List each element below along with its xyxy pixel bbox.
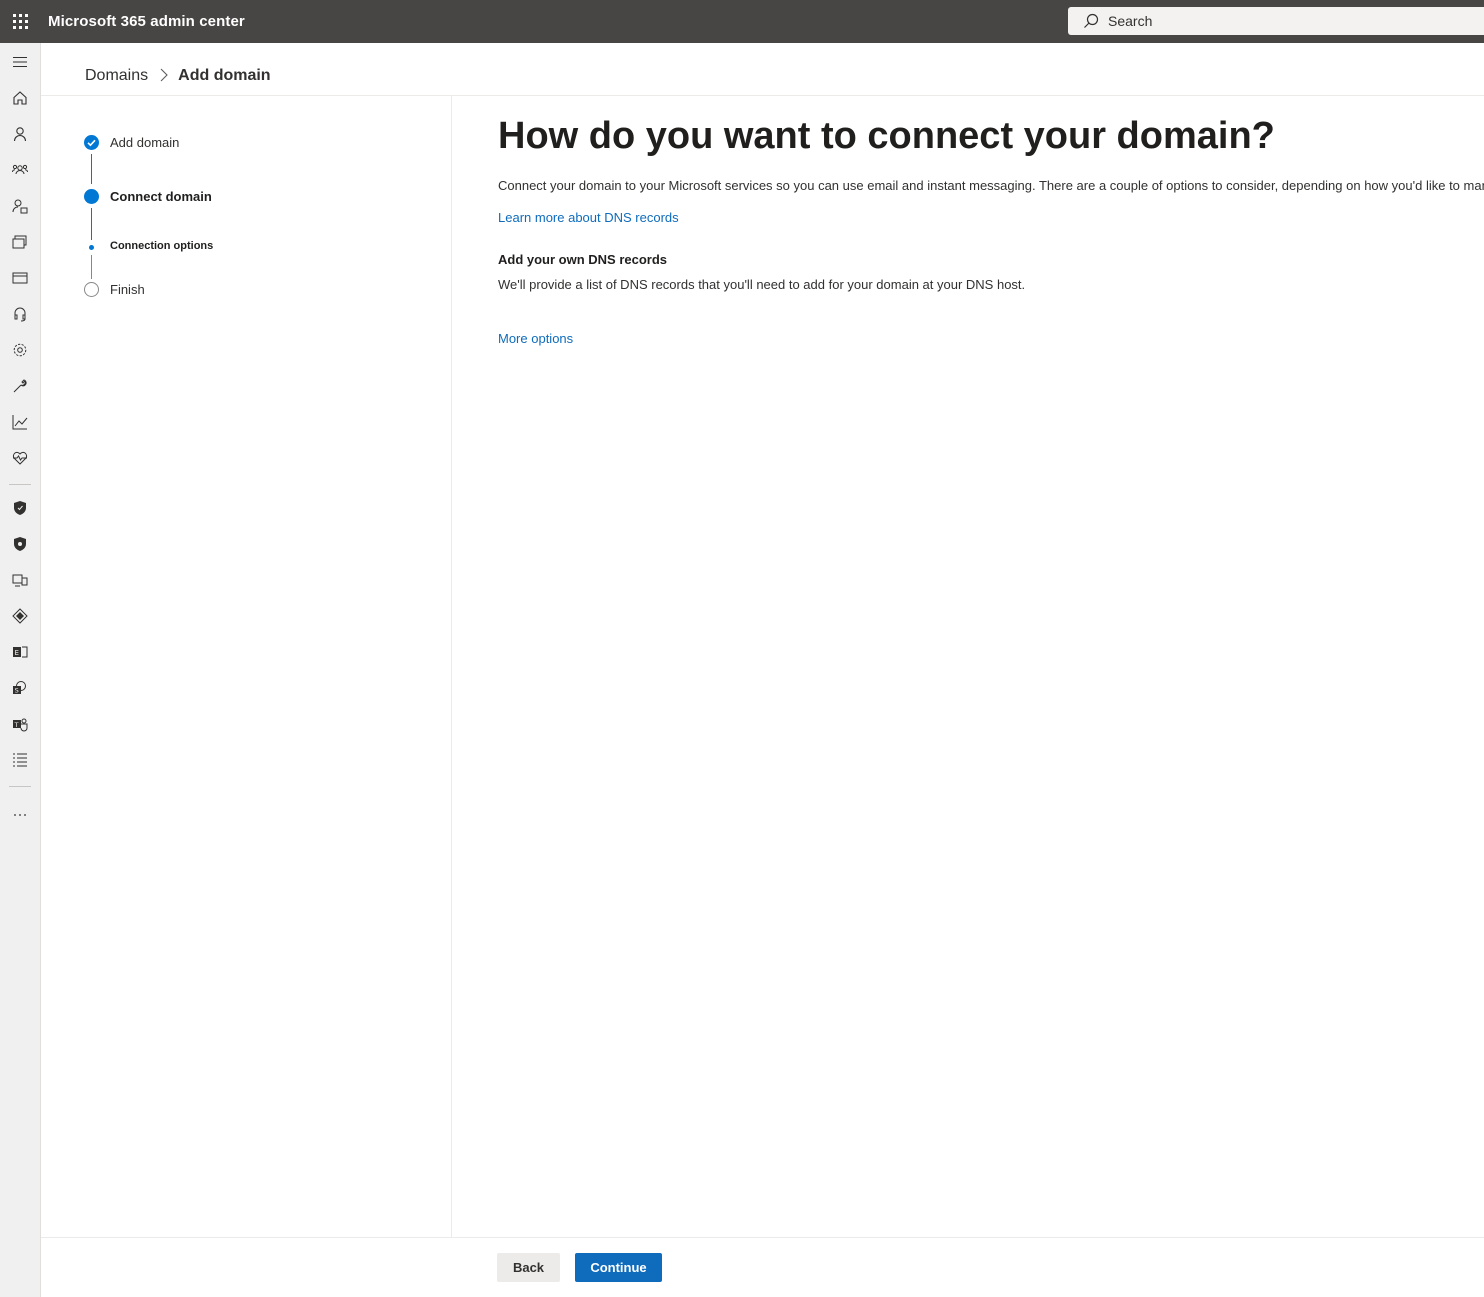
breadcrumb: Domains Add domain: [85, 64, 271, 88]
teams-groups-icon[interactable]: [11, 161, 29, 179]
step-connector: [91, 255, 92, 279]
step-add-domain[interactable]: Add domain: [110, 135, 179, 150]
back-button[interactable]: Back: [497, 1253, 560, 1282]
more-icon[interactable]: [11, 805, 29, 823]
pending-step-circle: [84, 282, 99, 297]
more-options-link[interactable]: More options: [498, 331, 573, 346]
continue-button[interactable]: Continue: [575, 1253, 662, 1282]
compliance-icon[interactable]: [11, 535, 29, 553]
step-finish[interactable]: Finish: [110, 282, 145, 297]
top-bar: Microsoft 365 admin center Search: [0, 0, 1484, 43]
user-icon[interactable]: [11, 125, 29, 143]
search-placeholder: Search: [1108, 13, 1153, 29]
app-title[interactable]: Microsoft 365 admin center: [48, 13, 245, 30]
setup-icon[interactable]: [11, 377, 29, 395]
breadcrumb-current: Add domain: [178, 67, 271, 84]
footer-divider: [41, 1237, 1484, 1238]
svg-text:T: T: [14, 721, 19, 729]
search-input[interactable]: Search: [1068, 7, 1484, 35]
azure-ad-icon[interactable]: [11, 607, 29, 625]
stepper-divider: [451, 96, 452, 1237]
substep-dot: [89, 245, 94, 250]
option-title: Add your own DNS records: [498, 252, 668, 267]
step-connect-domain[interactable]: Connect domain: [110, 189, 212, 204]
left-navigation: E S T: [0, 43, 41, 1297]
step-connector: [91, 208, 92, 240]
intro-text: Connect your domain to your Microsoft se…: [498, 178, 1484, 193]
health-icon[interactable]: [11, 449, 29, 467]
svg-text:S: S: [15, 687, 19, 695]
home-icon[interactable]: [11, 89, 29, 107]
current-step-dot: [84, 189, 99, 204]
billing-icon[interactable]: [11, 269, 29, 287]
resources-icon[interactable]: [11, 233, 29, 251]
reports-icon[interactable]: [11, 413, 29, 431]
step-connector: [91, 154, 92, 184]
page-title: How do you want to connect your domain?: [498, 115, 1275, 157]
support-icon[interactable]: [11, 305, 29, 323]
teams-icon[interactable]: T: [11, 715, 29, 733]
sharepoint-icon[interactable]: S: [11, 679, 29, 697]
waffle-icon: [12, 14, 28, 29]
svg-text:E: E: [15, 649, 19, 657]
endpoint-manager-icon[interactable]: [11, 571, 29, 589]
substep-connection-options[interactable]: Connection options: [110, 240, 213, 252]
header-divider: [41, 95, 1484, 96]
exchange-icon[interactable]: E: [11, 643, 29, 661]
chevron-right-icon: [160, 68, 168, 85]
security-icon[interactable]: [11, 499, 29, 517]
all-admin-centers-icon[interactable]: [11, 751, 29, 769]
app-launcher-button[interactable]: [0, 0, 40, 43]
roles-icon[interactable]: [11, 197, 29, 215]
settings-icon[interactable]: [11, 341, 29, 359]
nav-separator: [9, 484, 31, 485]
option-description: We'll provide a list of DNS records that…: [498, 277, 1026, 292]
nav-separator: [9, 786, 31, 787]
completed-check-icon: [84, 135, 99, 150]
breadcrumb-domains-link[interactable]: Domains: [85, 67, 148, 85]
search-icon: [1084, 13, 1099, 28]
menu-icon[interactable]: [11, 53, 29, 71]
learn-more-dns-link[interactable]: Learn more about DNS records: [498, 210, 679, 225]
main-content: How do you want to connect your domain? …: [498, 112, 1484, 346]
